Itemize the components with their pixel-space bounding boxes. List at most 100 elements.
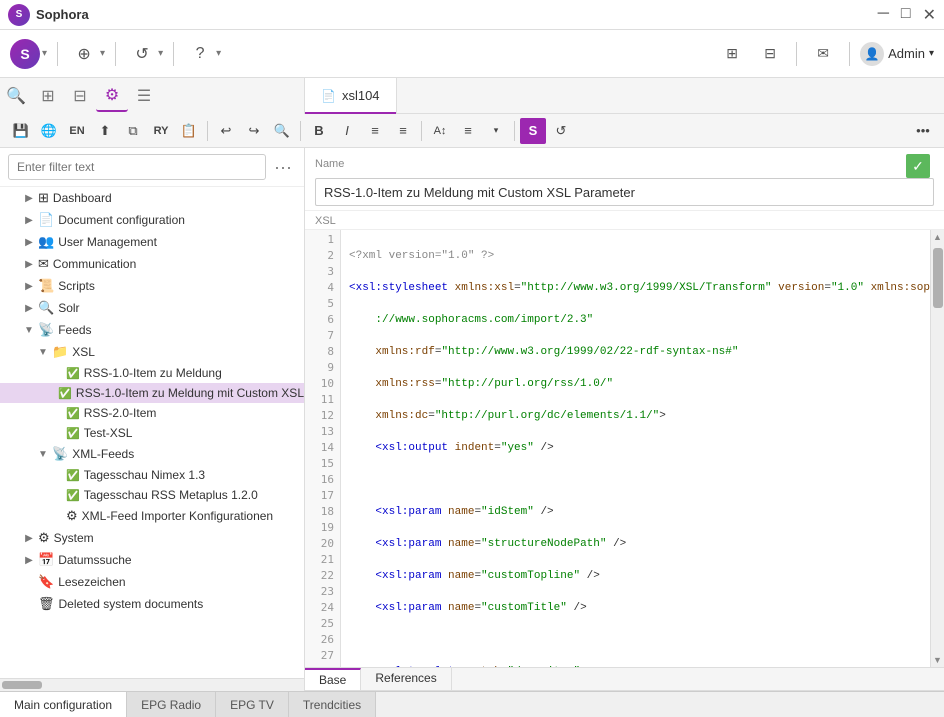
vertical-scrollbar[interactable]: ▲ ▼ xyxy=(930,230,944,667)
et-undo[interactable]: ↩ xyxy=(213,118,239,144)
btab-trendcities[interactable]: Trendcities xyxy=(289,692,376,717)
help-button[interactable]: ? xyxy=(184,38,216,70)
sidebar-item-feeds[interactable]: ▼ 📡 Feeds xyxy=(0,319,304,341)
toolbar-sep-2 xyxy=(115,42,116,66)
et-align[interactable]: ≡ xyxy=(455,118,481,144)
sidebar-item-tagesschau-nimex[interactable]: ✅ Tagesschau Nimex 1.3 xyxy=(0,465,304,485)
email-button[interactable]: ✉ xyxy=(807,38,839,70)
minimize-button[interactable]: ─ xyxy=(878,5,889,25)
system-icon: ⚙ xyxy=(38,530,50,546)
et-font-size[interactable]: A↕ xyxy=(427,118,453,144)
admin-menu[interactable]: 👤 Admin ▾ xyxy=(860,42,934,66)
scroll-track[interactable] xyxy=(931,244,944,653)
tree-nav-icon[interactable]: ⊞ xyxy=(32,80,64,112)
maximize-button[interactable]: □ xyxy=(901,5,911,25)
close-button[interactable]: ✕ xyxy=(923,5,936,25)
sidebar-item-solr[interactable]: ▶ 🔍 Solr xyxy=(0,297,304,319)
et-align-dropdown[interactable]: ▾ xyxy=(483,118,509,144)
sidebar-item-xsl[interactable]: ▼ 📁 XSL xyxy=(0,341,304,363)
add-button[interactable]: ⊕ xyxy=(68,38,100,70)
sidebar-item-xml-importer[interactable]: ⚙ XML-Feed Importer Konfigurationen xyxy=(0,505,304,527)
sidebar-more-button[interactable]: ··· xyxy=(270,155,296,180)
et-ry[interactable]: RY xyxy=(148,118,174,144)
layout-button[interactable]: ⊞ xyxy=(716,38,748,70)
code-line-9: <xsl:param name="idStem" /> xyxy=(349,504,922,520)
sidebar-item-lesezeichen[interactable]: 🔖 Lesezeichen xyxy=(0,571,304,593)
et-more[interactable]: ••• xyxy=(910,118,936,144)
scroll-down-arrow[interactable]: ▼ xyxy=(931,653,944,667)
settings-nav-icon[interactable]: ⚙ xyxy=(96,80,128,112)
et-upload[interactable]: ⬆ xyxy=(92,118,118,144)
et-save[interactable]: 💾 xyxy=(8,118,34,144)
sidebar-hscroll-thumb[interactable] xyxy=(2,681,42,689)
sidebar-item-datumssuche[interactable]: ▶ 📅 Datumssuche xyxy=(0,549,304,571)
add-dropdown[interactable]: ▾ xyxy=(100,48,105,59)
et-paste[interactable]: 📋 xyxy=(176,118,202,144)
sidebar-item-doc-config[interactable]: ▶ 📄 Document configuration xyxy=(0,209,304,231)
et-copy[interactable]: ⧉ xyxy=(120,118,146,144)
code-line-13 xyxy=(349,632,922,648)
btab-epg-radio[interactable]: EPG Radio xyxy=(127,692,216,717)
logo-icon: S xyxy=(8,4,30,26)
grid-nav-icon[interactable]: ⊟ xyxy=(64,80,96,112)
green-check-button[interactable]: ✓ xyxy=(906,154,930,178)
rss-meta-check-icon: ✅ xyxy=(66,489,80,502)
sidebar-item-system-label: System xyxy=(54,531,94,545)
xml-feeds-icon: 📡 xyxy=(52,446,68,462)
sidebar-item-rss1-custom[interactable]: ✅ RSS-1.0-Item zu Meldung mit Custom XSL xyxy=(0,383,304,403)
sidebar-item-rss1-meldung[interactable]: ✅ RSS-1.0-Item zu Meldung xyxy=(0,363,304,383)
rss1-check-icon: ✅ xyxy=(66,367,80,380)
et-bold[interactable]: B xyxy=(306,118,332,144)
tab-label: xsl104 xyxy=(342,88,380,103)
search-nav-icon[interactable]: 🔍 xyxy=(0,80,32,112)
scroll-thumb[interactable] xyxy=(933,248,943,308)
tab-references[interactable]: References xyxy=(361,668,451,690)
scroll-up-arrow[interactable]: ▲ xyxy=(931,230,944,244)
sidebar-item-communication-label: Communication xyxy=(53,257,136,271)
et-list2[interactable]: ≡ xyxy=(390,118,416,144)
et-italic[interactable]: I xyxy=(334,118,360,144)
tab-base[interactable]: Base xyxy=(305,668,361,690)
view-button[interactable]: ⊟ xyxy=(754,38,786,70)
et-reset[interactable]: ↺ xyxy=(548,118,574,144)
sidebar-item-scripts[interactable]: ▶ 📜 Scripts xyxy=(0,275,304,297)
sidebar-item-tagesschau-rss[interactable]: ✅ Tagesschau RSS Metaplus 1.2.0 xyxy=(0,485,304,505)
admin-dropdown-arrow: ▾ xyxy=(929,48,934,59)
name-field[interactable] xyxy=(315,178,934,206)
sidebar-hscroll[interactable] xyxy=(0,679,304,691)
list-nav-icon[interactable]: ☰ xyxy=(128,80,160,112)
refresh-dropdown[interactable]: ▾ xyxy=(158,48,163,59)
et-s-btn[interactable]: S xyxy=(520,118,546,144)
sidebar-item-system[interactable]: ▶ ⚙ System xyxy=(0,527,304,549)
app-logo: S Sophora xyxy=(8,4,89,26)
sidebar-item-deleted[interactable]: 🗑 Deleted system documents xyxy=(0,593,304,615)
sidebar-item-tagesschau-nimex-label: Tagesschau Nimex 1.3 xyxy=(84,468,205,482)
sidebar-item-communication[interactable]: ▶ ✉ Communication xyxy=(0,253,304,275)
code-line-11: <xsl:param name="customTopline" /> xyxy=(349,568,922,584)
doc-config-icon: 📄 xyxy=(38,212,54,228)
sidebar-item-xml-feeds[interactable]: ▼ 📡 XML-Feeds xyxy=(0,443,304,465)
sidebar-item-rss2[interactable]: ✅ RSS-2.0-Item xyxy=(0,403,304,423)
filter-input[interactable] xyxy=(8,154,266,180)
et-sep-1 xyxy=(207,121,208,141)
sidebar-item-user-mgmt[interactable]: ▶ 👥 User Management xyxy=(0,231,304,253)
et-redo[interactable]: ↪ xyxy=(241,118,267,144)
line-num-26: 26 xyxy=(305,632,340,648)
help-dropdown[interactable]: ▾ xyxy=(216,48,221,59)
btab-epg-tv[interactable]: EPG TV xyxy=(216,692,289,717)
sidebar-item-dashboard[interactable]: ▶ ⊞ Dashboard xyxy=(0,187,304,209)
code-line-5: xmlns:rss="http://purl.org/rss/1.0/" xyxy=(349,376,922,392)
code-content[interactable]: <?xml version="1.0" ?> <xsl:stylesheet x… xyxy=(341,230,930,667)
et-search[interactable]: 🔍 xyxy=(269,118,295,144)
toolbar-dropdown-arrow[interactable]: ▾ xyxy=(42,48,47,59)
et-en[interactable]: EN xyxy=(64,118,90,144)
sidebar-item-test-xsl[interactable]: ✅ Test-XSL xyxy=(0,423,304,443)
btab-main-config[interactable]: Main configuration xyxy=(0,692,127,717)
et-web[interactable]: 🌐 xyxy=(36,118,62,144)
toolbar-logo-icon: S xyxy=(10,39,40,69)
sidebar-item-datumssuche-label: Datumssuche xyxy=(58,553,131,567)
et-list1[interactable]: ≡ xyxy=(362,118,388,144)
line-num-3: 3 xyxy=(305,264,340,280)
tab-xsl104[interactable]: 📄 xsl104 xyxy=(305,78,397,114)
refresh-button[interactable]: ↺ xyxy=(126,38,158,70)
